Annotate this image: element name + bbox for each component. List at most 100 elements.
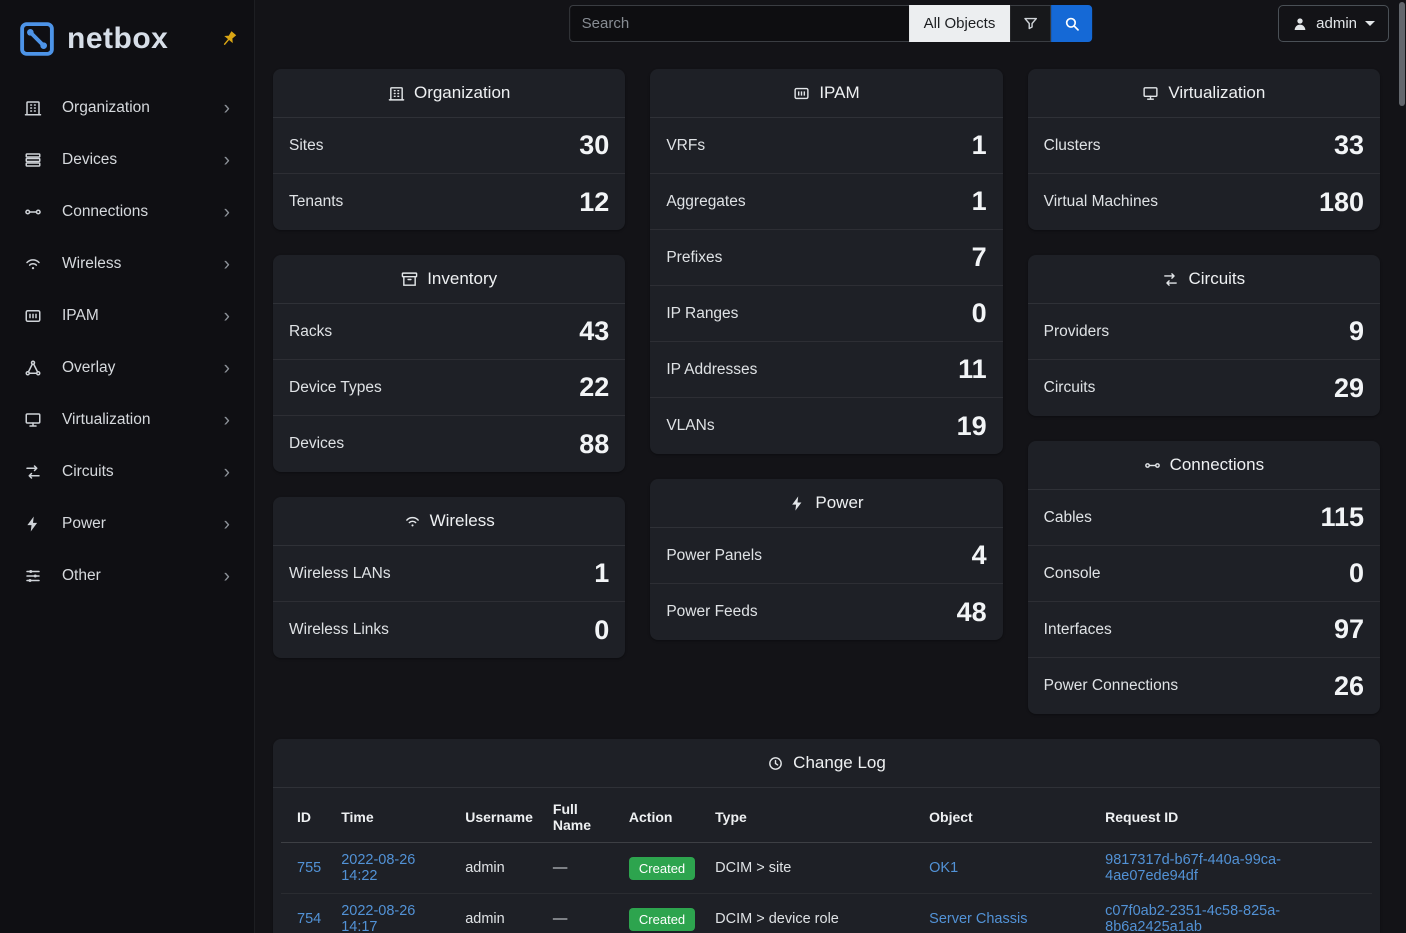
page-scrollbar[interactable] — [1398, 0, 1406, 933]
changelog-request-id-link[interactable]: 9817317d-b67f-440a-99ca-4ae07ede94df — [1105, 852, 1281, 884]
search-button[interactable] — [1051, 5, 1092, 42]
stat-value: 0 — [594, 615, 609, 646]
sidebar-item-connections[interactable]: Connections › — [10, 186, 244, 238]
stat-row-power-feeds[interactable]: Power Feeds 48 — [650, 584, 1002, 640]
col-header-object: Object — [919, 790, 1095, 843]
stat-label: IP Ranges — [666, 305, 738, 323]
changelog-id-link[interactable]: 755 — [297, 860, 321, 876]
col-header-full-name: Full Name — [543, 790, 619, 843]
action-badge: Created — [629, 908, 695, 931]
stat-row-aggregates[interactable]: Aggregates 1 — [650, 174, 1002, 230]
stat-label: Circuits — [1044, 379, 1096, 397]
filter-button[interactable] — [1010, 5, 1051, 42]
chevron-right-icon: › — [224, 567, 230, 586]
changelog-object-link[interactable]: OK1 — [929, 860, 958, 876]
netbox-logo-icon[interactable] — [16, 18, 58, 60]
col-header-type: Type — [705, 790, 919, 843]
cable-icon — [24, 203, 42, 221]
card-header: Inventory — [273, 255, 625, 304]
search-input[interactable] — [569, 5, 909, 42]
sidebar-item-devices[interactable]: Devices › — [10, 134, 244, 186]
card-title: Power — [815, 493, 863, 513]
stat-row-vrfs[interactable]: VRFs 1 — [650, 118, 1002, 174]
table-row: 755 2022-08-26 14:22 admin — Created DCI… — [281, 843, 1372, 894]
stat-value: 0 — [972, 298, 987, 329]
changelog-request-id-link[interactable]: c07f0ab2-2351-4c58-825a-8b6a2425a1ab — [1105, 903, 1280, 933]
sidebar-item-organization[interactable]: Organization › — [10, 82, 244, 134]
stat-row-wireless-lans[interactable]: Wireless LANs 1 — [273, 546, 625, 602]
card-header: Virtualization — [1028, 69, 1380, 118]
object-type-dropdown[interactable]: All Objects — [909, 5, 1011, 42]
stat-value: 1 — [972, 186, 987, 217]
sidebar-item-ipam[interactable]: IPAM › — [10, 290, 244, 342]
pin-icon[interactable] — [216, 26, 241, 51]
building-icon — [24, 99, 42, 117]
stat-row-power-panels[interactable]: Power Panels 4 — [650, 528, 1002, 584]
sidebar-item-wireless[interactable]: Wireless › — [10, 238, 244, 290]
sidebar-item-virtualization[interactable]: Virtualization › — [10, 394, 244, 446]
table-header-row: ID Time Username Full Name Action Type O… — [281, 790, 1372, 843]
stat-row-sites[interactable]: Sites 30 — [273, 118, 625, 174]
chevron-right-icon: › — [224, 151, 230, 170]
lightning-icon — [789, 495, 806, 512]
sidebar-item-label: Power — [62, 515, 106, 533]
stat-row-console[interactable]: Console 0 — [1028, 546, 1380, 602]
user-menu-button[interactable]: admin — [1278, 5, 1389, 42]
stat-row-power-connections[interactable]: Power Connections 26 — [1028, 658, 1380, 714]
sidebar-item-overlay[interactable]: Overlay › — [10, 342, 244, 394]
stat-label: Power Feeds — [666, 603, 757, 621]
counter-icon — [793, 85, 810, 102]
stat-label: Cables — [1044, 509, 1092, 527]
card-header: Wireless — [273, 497, 625, 546]
organization-card: Organization Sites 30 Tenants 12 — [273, 69, 625, 230]
stat-row-clusters[interactable]: Clusters 33 — [1028, 118, 1380, 174]
history-icon — [767, 755, 784, 772]
dashboard-col-3: Virtualization Clusters 33 Virtual Machi… — [1028, 69, 1380, 714]
stat-row-cables[interactable]: Cables 115 — [1028, 490, 1380, 546]
stat-value: 7 — [972, 242, 987, 273]
monitor-icon — [1142, 85, 1159, 102]
stat-row-vlans[interactable]: VLANs 19 — [650, 398, 1002, 454]
stat-row-device-types[interactable]: Device Types 22 — [273, 360, 625, 416]
stat-row-prefixes[interactable]: Prefixes 7 — [650, 230, 1002, 286]
brand-name[interactable]: netbox — [67, 22, 168, 56]
stat-row-ip-addresses[interactable]: IP Addresses 11 — [650, 342, 1002, 398]
chevron-right-icon: › — [224, 307, 230, 326]
stat-row-devices[interactable]: Devices 88 — [273, 416, 625, 472]
changelog-object-link[interactable]: Server Chassis — [929, 911, 1027, 927]
changelog-time-link[interactable]: 2022-08-26 14:22 — [341, 852, 415, 884]
stat-label: Aggregates — [666, 193, 745, 211]
search-icon — [1063, 15, 1080, 32]
stat-row-interfaces[interactable]: Interfaces 97 — [1028, 602, 1380, 658]
stat-row-virtual-machines[interactable]: Virtual Machines 180 — [1028, 174, 1380, 230]
changelog-id-link[interactable]: 754 — [297, 911, 321, 927]
stat-row-racks[interactable]: Racks 43 — [273, 304, 625, 360]
dashboard-col-1: Organization Sites 30 Tenants 12 Invento… — [273, 69, 625, 658]
chevron-right-icon: › — [224, 463, 230, 482]
stat-value: 9 — [1349, 316, 1364, 347]
stat-row-circuits[interactable]: Circuits 29 — [1028, 360, 1380, 416]
sidebar-item-power[interactable]: Power › — [10, 498, 244, 550]
card-title: Connections — [1170, 455, 1265, 475]
chevron-right-icon: › — [224, 515, 230, 534]
device-stack-icon — [24, 151, 42, 169]
sidebar-item-label: IPAM — [62, 307, 99, 325]
dashboard-col-2: IPAM VRFs 1 Aggregates 1 Prefixes 7 IP R… — [650, 69, 1002, 640]
stat-label: Console — [1044, 565, 1101, 583]
changelog-table: ID Time Username Full Name Action Type O… — [281, 790, 1372, 933]
chevron-right-icon: › — [224, 203, 230, 222]
stat-row-providers[interactable]: Providers 9 — [1028, 304, 1380, 360]
user-menu-label: admin — [1316, 15, 1357, 32]
card-title: Inventory — [427, 269, 497, 289]
changelog-time-link[interactable]: 2022-08-26 14:17 — [341, 903, 415, 933]
sidebar-item-circuits[interactable]: Circuits › — [10, 446, 244, 498]
card-header: Power — [650, 479, 1002, 528]
stat-label: Prefixes — [666, 249, 722, 267]
stat-row-tenants[interactable]: Tenants 12 — [273, 174, 625, 230]
stat-row-ip-ranges[interactable]: IP Ranges 0 — [650, 286, 1002, 342]
stat-row-wireless-links[interactable]: Wireless Links 0 — [273, 602, 625, 658]
caret-down-icon — [1365, 21, 1375, 26]
chevron-right-icon: › — [224, 359, 230, 378]
scrollbar-thumb[interactable] — [1399, 2, 1405, 106]
sidebar-item-other[interactable]: Other › — [10, 550, 244, 602]
